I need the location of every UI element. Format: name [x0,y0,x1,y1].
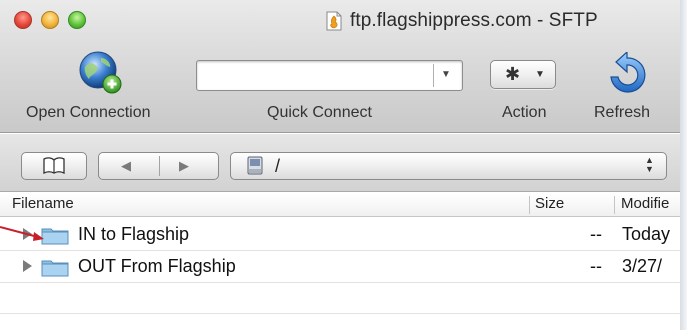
column-header-filename[interactable]: Filename [12,195,74,212]
path-popup-button[interactable]: / ▲ ▼ [230,152,667,180]
file-size: -- [590,224,602,244]
column-header-modified[interactable]: Modifie [621,195,669,212]
bookmarks-button[interactable] [21,152,87,180]
red-arrow-icon [0,226,44,241]
file-modified: 3/27/ [622,256,663,276]
column-separator[interactable] [529,196,530,214]
forward-arrow-icon[interactable]: ▶ [179,158,189,174]
table-row[interactable]: IN to Flagship -- Today [0,219,680,250]
file-modified: Today [622,224,671,244]
column-separator[interactable] [614,196,615,214]
close-window-button[interactable] [14,11,32,29]
zoom-window-button[interactable] [68,11,86,29]
table-row[interactable]: OUT From Flagship -- 3/27/ [0,251,680,282]
file-name: OUT From Flagship [78,256,236,276]
refresh-button[interactable] [604,50,652,98]
window-title-text: ftp.flagshippress.com - SFTP [350,10,598,31]
open-connection-button[interactable] [77,49,127,97]
sftp-window: ftp.flagshippress.com - SFTP Open Connec… [0,0,680,330]
disk-icon [247,156,263,175]
back-forward-control: ◀ ▶ [98,152,219,180]
document-proxy-icon[interactable] [326,11,342,31]
window-edge-shadow [680,0,687,330]
row-divider [0,313,680,314]
window-title: ftp.flagshippress.com - SFTP [326,6,598,36]
globe-with-plus-icon [79,51,122,94]
action-label: Action [502,104,547,121]
file-name: IN to Flagship [78,224,190,244]
column-header-size[interactable]: Size [535,195,564,212]
quick-connect-combobox[interactable]: ▼ [196,60,463,91]
combobox-divider [433,64,434,87]
action-menu-button[interactable]: ✱ ▼ [490,60,556,89]
file-size: -- [590,256,602,276]
gear-icon: ✱ [505,64,521,84]
quick-connect-label: Quick Connect [267,104,372,121]
disclosure-triangle-icon[interactable] [23,260,32,272]
navigation-bar: ◀ ▶ / ▲ ▼ [0,134,680,192]
up-down-arrows-icon: ▲ ▼ [645,155,654,174]
current-path: / [275,156,281,176]
segment-divider [159,156,160,176]
chevron-down-icon: ▼ [535,69,545,80]
quick-connect-input[interactable] [203,61,433,88]
open-connection-label: Open Connection [26,104,151,121]
open-book-icon [43,157,65,174]
back-arrow-icon[interactable]: ◀ [121,158,131,174]
minimize-window-button[interactable] [41,11,59,29]
title-toolbar-area: ftp.flagshippress.com - SFTP Open Connec… [0,0,680,133]
file-list-header: Filename Size Modifie [0,193,680,217]
row-divider [0,282,680,283]
refresh-arrow-icon [610,50,646,93]
chevron-down-icon[interactable]: ▼ [441,69,451,80]
refresh-label: Refresh [594,104,651,121]
folder-icon [41,260,69,277]
